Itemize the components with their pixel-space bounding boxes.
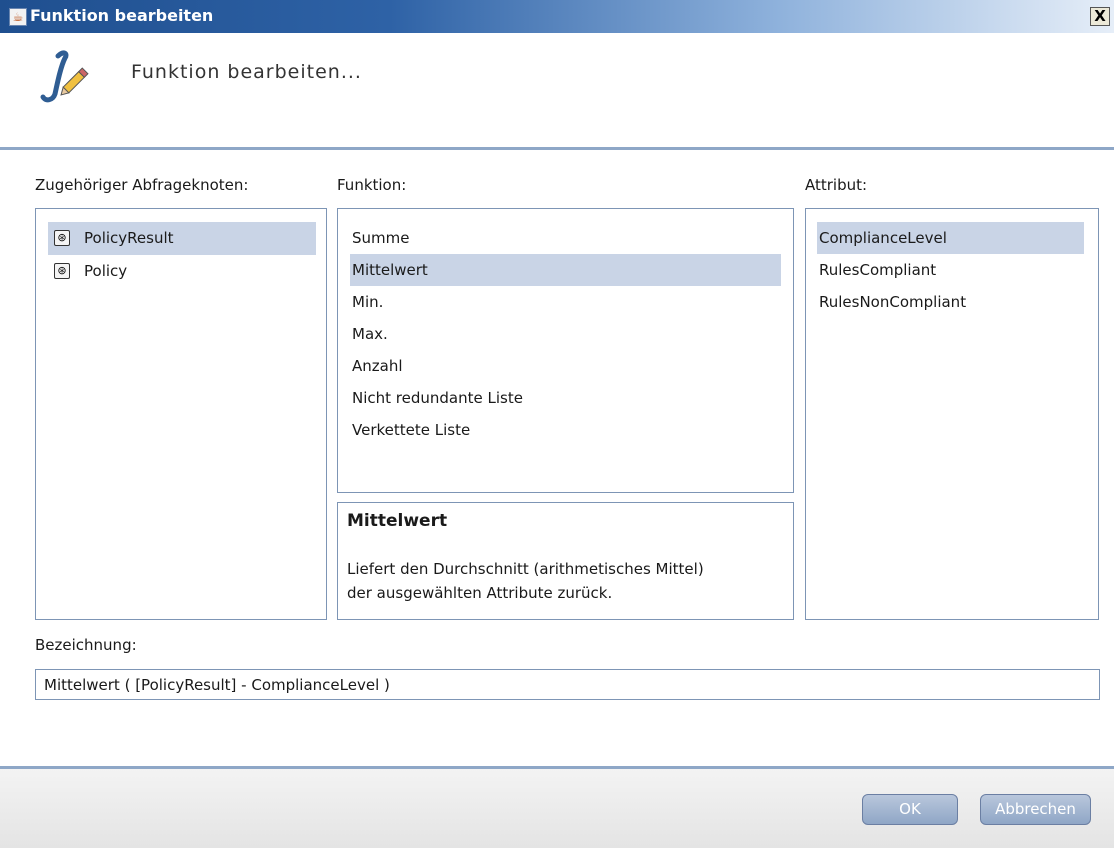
function-item-verkettete-liste[interactable]: Verkettete Liste [350, 414, 781, 446]
description-line: Liefert den Durchschnitt (arithmetisches… [347, 560, 704, 578]
function-item-min[interactable]: Min. [350, 286, 781, 318]
query-nodes-list[interactable]: ⊛ PolicyResult ⊛ Policy [35, 208, 327, 620]
ok-button[interactable]: OK [862, 794, 958, 825]
node-item-policy[interactable]: ⊛ Policy [48, 255, 316, 288]
nodes-label: Zugehöriger Abfrageknoten: [35, 176, 249, 194]
name-input[interactable] [35, 669, 1100, 700]
close-button[interactable]: X [1090, 7, 1110, 26]
attribute-label: Attribut: [805, 176, 868, 194]
description-title: Mittelwert [347, 511, 448, 531]
header-divider [0, 147, 1114, 150]
name-label: Bezeichnung: [35, 636, 137, 654]
function-edit-icon [40, 50, 89, 103]
description-line: der ausgewählten Attribute zurück. [347, 584, 613, 602]
attribute-item-compliancelevel[interactable]: ComplianceLevel [817, 222, 1084, 254]
node-item-policyresult[interactable]: ⊛ PolicyResult [48, 222, 316, 255]
attribute-item-rulescompliant[interactable]: RulesCompliant [817, 254, 1084, 286]
attribute-item-rulesnoncompliant[interactable]: RulesNonCompliant [817, 286, 1084, 318]
function-label: Funktion: [337, 176, 407, 194]
description-text: Liefert den Durchschnitt (arithmetisches… [347, 557, 787, 605]
window-title: Funktion bearbeiten [30, 6, 214, 25]
title-bar[interactable]: ☕ Funktion bearbeiten X [0, 0, 1114, 33]
function-item-nicht-redundante-liste[interactable]: Nicht redundante Liste [350, 382, 781, 414]
attribute-list[interactable]: ComplianceLevel RulesCompliant RulesNonC… [805, 208, 1099, 620]
function-item-mittelwert[interactable]: Mittelwert [350, 254, 781, 286]
dialog-header [0, 33, 1114, 147]
edit-function-dialog: ☕ Funktion bearbeiten X Funktion bearbei… [0, 0, 1114, 848]
function-item-anzahl[interactable]: Anzahl [350, 350, 781, 382]
function-item-max[interactable]: Max. [350, 318, 781, 350]
cancel-button[interactable]: Abbrechen [980, 794, 1091, 825]
header-title: Funktion bearbeiten... [131, 61, 362, 83]
function-item-summe[interactable]: Summe [350, 222, 781, 254]
node-item-label: PolicyResult [84, 229, 174, 247]
java-cup-icon: ☕ [9, 8, 27, 26]
function-description: Mittelwert Liefert den Durchschnitt (ari… [337, 502, 794, 620]
node-cube-icon: ⊛ [54, 230, 70, 246]
node-item-label: Policy [84, 262, 128, 280]
node-cube-icon: ⊛ [54, 263, 70, 279]
function-list[interactable]: Summe Mittelwert Min. Max. Anzahl Nicht … [337, 208, 794, 493]
